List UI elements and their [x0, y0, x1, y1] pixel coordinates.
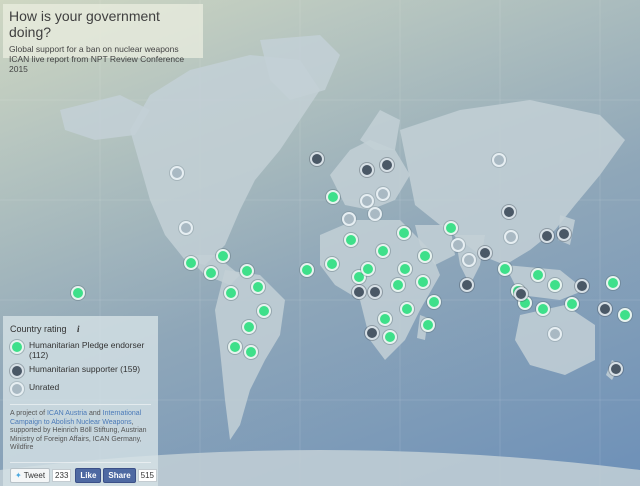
country-marker-endorser[interactable] [240, 264, 254, 278]
country-marker-endorser[interactable] [251, 280, 265, 294]
country-marker-endorser[interactable] [536, 302, 550, 316]
facebook-count: 515 [137, 468, 158, 482]
land-scandinavia [360, 110, 400, 150]
country-marker-supporter[interactable] [310, 152, 324, 166]
tweet-button[interactable]: ✦ Tweet [10, 467, 51, 483]
country-marker-unrated[interactable] [451, 238, 465, 252]
country-marker-unrated[interactable] [376, 187, 390, 201]
country-marker-endorser[interactable] [383, 330, 397, 344]
country-marker-unrated[interactable] [368, 207, 382, 221]
country-marker-endorser[interactable] [257, 304, 271, 318]
tweet-count: 233 [52, 468, 72, 482]
country-marker-endorser[interactable] [184, 256, 198, 270]
country-marker-supporter[interactable] [609, 362, 623, 376]
endorser-dot-icon [10, 340, 24, 354]
legend-title: Country rating i [10, 324, 151, 334]
country-marker-supporter[interactable] [380, 158, 394, 172]
country-marker-endorser[interactable] [418, 249, 432, 263]
country-marker-endorser[interactable] [228, 340, 242, 354]
country-marker-supporter[interactable] [352, 285, 366, 299]
country-marker-supporter[interactable] [598, 302, 612, 316]
country-marker-endorser[interactable] [224, 286, 238, 300]
country-marker-supporter[interactable] [557, 227, 571, 241]
country-marker-endorser[interactable] [391, 278, 405, 292]
country-marker-endorser[interactable] [344, 233, 358, 247]
country-marker-unrated[interactable] [179, 221, 193, 235]
twitter-bird-icon: ✦ [15, 470, 22, 480]
country-marker-unrated[interactable] [342, 212, 356, 226]
country-marker-endorser[interactable] [300, 263, 314, 277]
subtitle-line-1: Global support for a ban on nuclear weap… [9, 44, 179, 54]
country-marker-endorser[interactable] [416, 275, 430, 289]
country-marker-endorser[interactable] [400, 302, 414, 316]
legend-label: Unrated [29, 382, 60, 392]
credit-prefix: A project of [10, 410, 46, 417]
supporter-dot-icon [10, 364, 24, 378]
info-icon[interactable]: i [77, 324, 80, 334]
country-marker-endorser[interactable] [204, 266, 218, 280]
credit-text: A project of ICAN Austria and Internatio… [10, 404, 151, 453]
country-marker-unrated[interactable] [170, 166, 184, 180]
country-marker-endorser[interactable] [531, 268, 545, 282]
country-marker-unrated[interactable] [548, 327, 562, 341]
country-marker-unrated[interactable] [504, 230, 518, 244]
country-marker-endorser[interactable] [427, 295, 441, 309]
country-marker-unrated[interactable] [462, 253, 476, 267]
country-marker-endorser[interactable] [397, 226, 411, 240]
country-marker-endorser[interactable] [242, 320, 256, 334]
country-marker-unrated[interactable] [360, 194, 374, 208]
country-marker-endorser[interactable] [421, 318, 435, 332]
facebook-share-label: Share [108, 470, 131, 480]
legend-item-supporter: Humanitarian supporter (159) [10, 364, 151, 378]
country-marker-supporter[interactable] [478, 246, 492, 260]
country-marker-endorser[interactable] [216, 249, 230, 263]
title-panel: How is your government doing? Global sup… [3, 4, 203, 74]
country-marker-endorser[interactable] [376, 244, 390, 258]
tweet-label: Tweet [23, 470, 46, 480]
share-row: ✦ Tweet 233 Like Share 515 [10, 461, 158, 483]
country-marker-endorser[interactable] [378, 312, 392, 326]
country-marker-endorser[interactable] [244, 345, 258, 359]
country-marker-endorser[interactable] [565, 297, 579, 311]
ican-austria-link[interactable]: ICAN Austria [47, 410, 87, 417]
credit-and: and [89, 410, 101, 417]
country-marker-unrated[interactable] [492, 153, 506, 167]
country-marker-supporter[interactable] [514, 287, 528, 301]
legend-label: Humanitarian Pledge endorser (112) [29, 340, 145, 360]
country-marker-endorser[interactable] [71, 286, 85, 300]
country-marker-endorser[interactable] [618, 308, 632, 322]
country-marker-supporter[interactable] [460, 278, 474, 292]
country-marker-endorser[interactable] [548, 278, 562, 292]
legend-item-unrated: Unrated [10, 382, 151, 396]
facebook-like-label: Like [80, 470, 97, 480]
legend-label: Humanitarian supporter (159) [29, 364, 141, 374]
unrated-dot-icon [10, 382, 24, 396]
country-marker-endorser[interactable] [361, 262, 375, 276]
country-marker-supporter[interactable] [502, 205, 516, 219]
country-marker-endorser[interactable] [325, 257, 339, 271]
country-marker-endorser[interactable] [606, 276, 620, 290]
country-marker-endorser[interactable] [326, 190, 340, 204]
country-marker-supporter[interactable] [575, 279, 589, 293]
page-title: How is your government doing? [9, 8, 160, 40]
legend-item-endorser: Humanitarian Pledge endorser (112) [10, 340, 151, 360]
country-marker-supporter[interactable] [360, 163, 374, 177]
country-marker-supporter[interactable] [365, 326, 379, 340]
legend-panel: Country rating i Humanitarian Pledge end… [3, 316, 158, 486]
country-marker-endorser[interactable] [398, 262, 412, 276]
facebook-share-button[interactable]: Share [103, 467, 136, 483]
facebook-like-button[interactable]: Like [75, 467, 102, 483]
country-marker-supporter[interactable] [368, 285, 382, 299]
subtitle-line-2: ICAN live report from NPT Review Confere… [9, 54, 185, 74]
country-marker-endorser[interactable] [444, 221, 458, 235]
legend-title-text: Country rating [10, 324, 67, 334]
country-marker-supporter[interactable] [540, 229, 554, 243]
country-marker-endorser[interactable] [498, 262, 512, 276]
